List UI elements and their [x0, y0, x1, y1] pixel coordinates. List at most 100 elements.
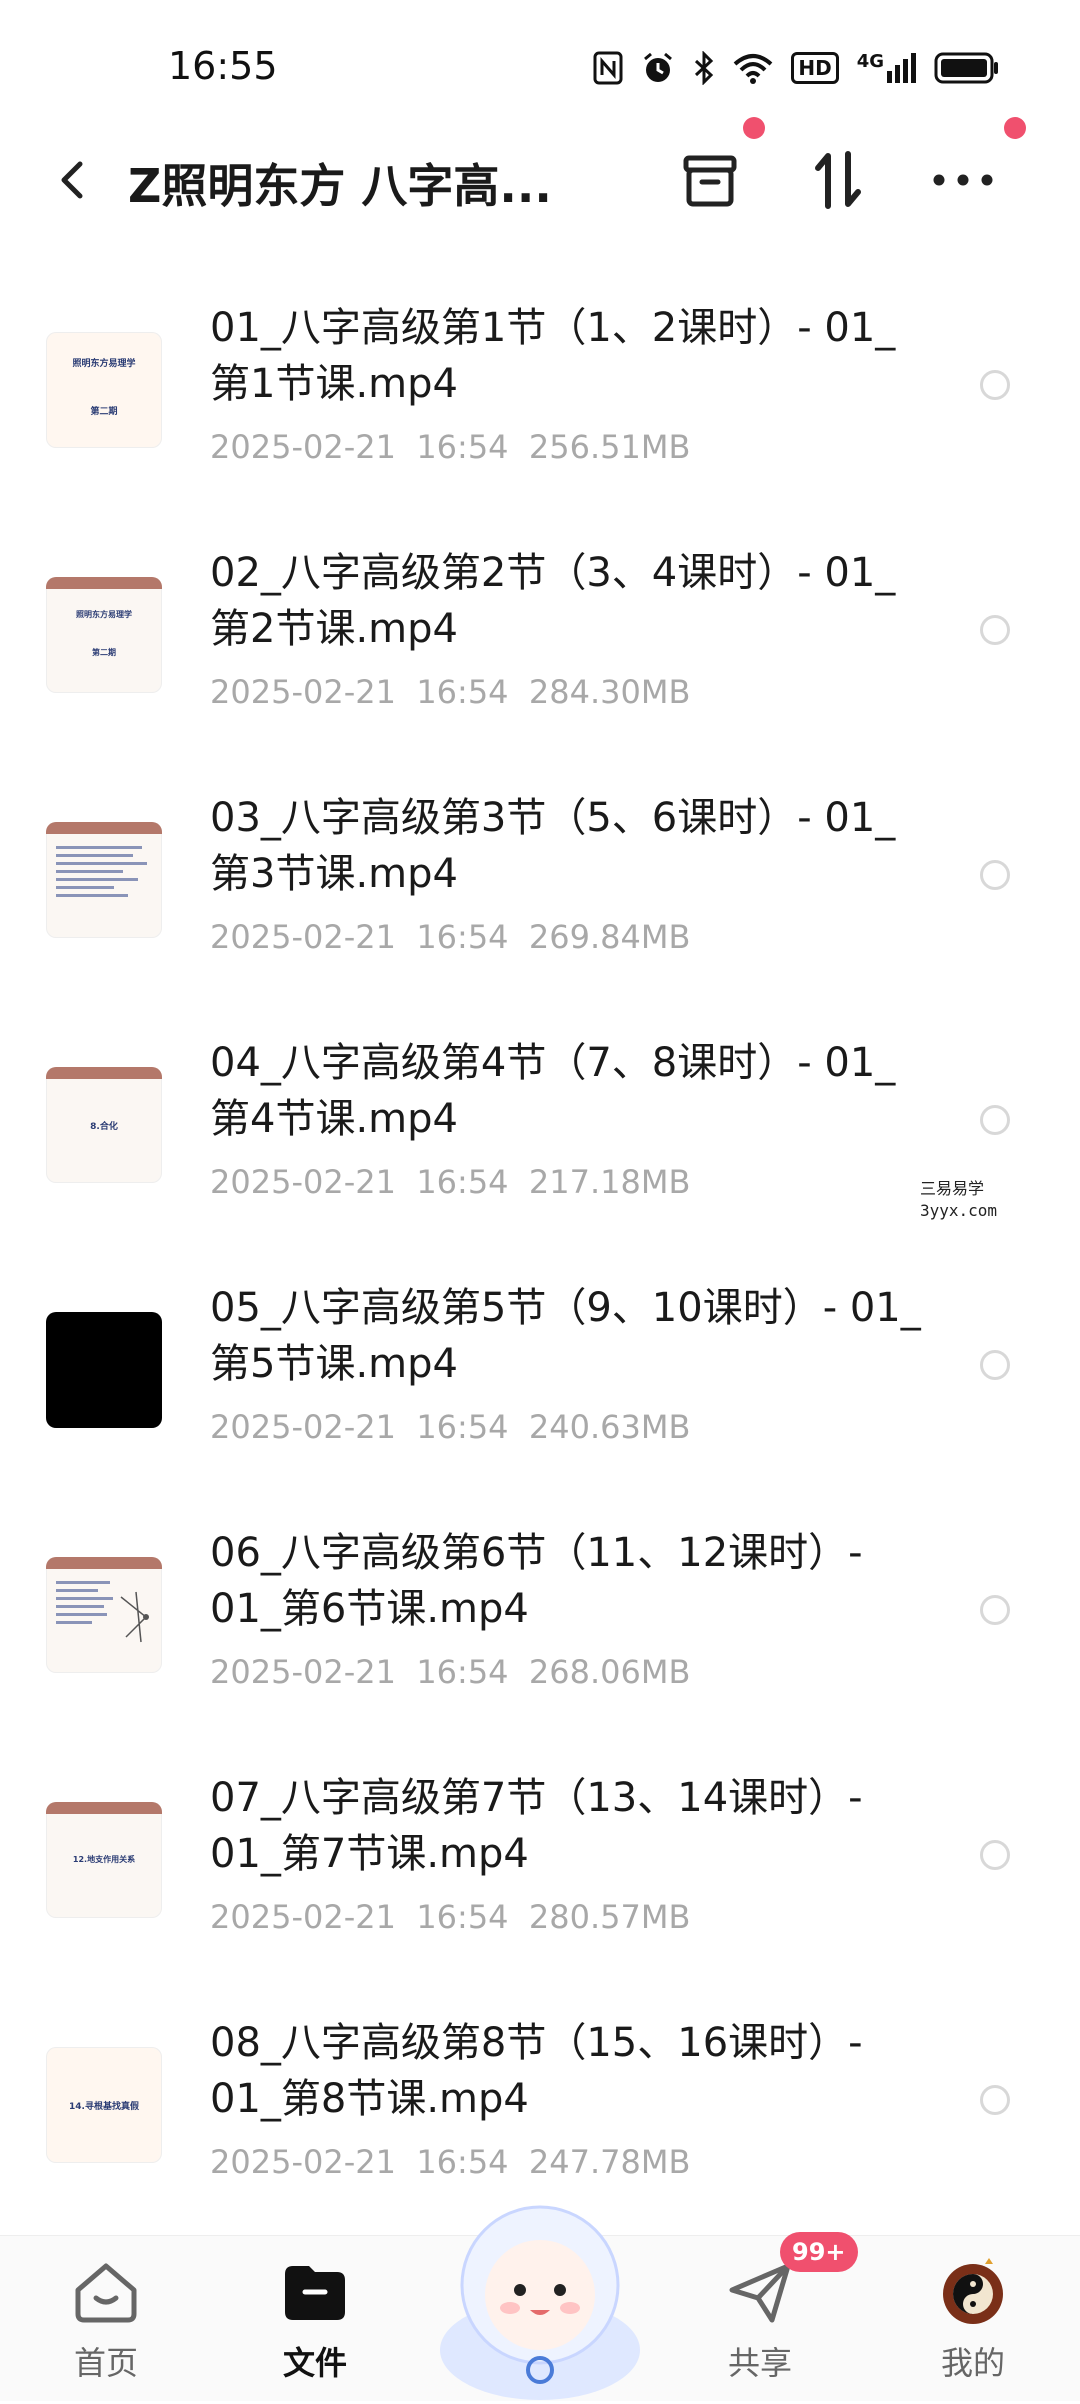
nav-home[interactable]: 首页: [36, 2256, 176, 2384]
sort-arrows-icon: [815, 151, 861, 209]
status-bar: 16:55 HD 4G: [0, 0, 1080, 130]
file-meta: 2025-02-21 16:54 284.30MB: [210, 673, 690, 711]
alarm-icon: [644, 52, 673, 82]
select-radio[interactable]: [980, 1350, 1010, 1380]
file-time: 16:54: [416, 1163, 509, 1201]
share-badge: 99+: [780, 2232, 858, 2272]
cell-signal: 4G: [857, 53, 916, 83]
thumbnail-text-lines: [56, 846, 152, 902]
video-thumbnail: [46, 1557, 162, 1673]
nav-share[interactable]: 共享: [690, 2256, 830, 2384]
file-date: 2025-02-21: [210, 1408, 396, 1446]
file-time: 16:54: [416, 1653, 509, 1691]
nav-label: 首页: [73, 2344, 138, 2382]
file-meta: 2025-02-21 16:54 268.06MB: [210, 1653, 690, 1691]
more-button[interactable]: [925, 142, 1001, 218]
video-thumbnail: 8.合化: [46, 1067, 162, 1183]
file-name: 05_八字高级第5节（9、10课时）- 01_第5节课.mp4: [210, 1285, 921, 1387]
file-time: 16:54: [416, 428, 509, 466]
avatar-icon: [937, 2256, 1009, 2328]
nav-files[interactable]: 文件: [245, 2256, 385, 2384]
home-icon: [70, 2256, 142, 2328]
file-date: 2025-02-21: [210, 1898, 396, 1936]
hd-badge: HD: [791, 52, 839, 84]
signal-4g-label: 4G: [856, 51, 884, 72]
archive-button[interactable]: [672, 142, 748, 218]
file-meta: 2025-02-21 16:54 247.78MB: [210, 2143, 690, 2181]
watermark-line: 3yyx.com: [920, 1201, 998, 1220]
archive-box-icon: [683, 155, 737, 207]
select-radio[interactable]: [980, 1840, 1010, 1870]
file-row[interactable]: 照明东方易理学 第二期 01_八字高级第1节（1、2课时）- 01_第1节课.m…: [0, 300, 1080, 545]
file-name: 06_八字高级第6节（11、12课时）- 01_第6节课.mp4: [210, 1530, 863, 1632]
file-date: 2025-02-21: [210, 2143, 396, 2181]
thumbnail-text: 12.地支作用关系: [72, 1855, 136, 1864]
file-row[interactable]: 06_八字高级第6节（11、12课时）- 01_第6节课.mp4 2025-02…: [0, 1525, 1080, 1770]
select-radio[interactable]: [980, 860, 1010, 890]
mascot-icon: [440, 2205, 640, 2400]
back-button[interactable]: [48, 152, 98, 208]
signal-bar-icon: [903, 59, 908, 83]
file-name: 07_八字高级第7节（13、14课时）- 01_第7节课.mp4: [210, 1775, 863, 1877]
thumbnail-text: 8.合化: [90, 1122, 118, 1132]
select-radio[interactable]: [980, 615, 1010, 645]
file-size: 284.30MB: [528, 673, 691, 711]
select-radio[interactable]: [980, 1595, 1010, 1625]
thumbnail-band: [46, 1557, 162, 1569]
thumbnail-text: 照明东方易理学: [76, 610, 132, 619]
notification-dot: [1004, 117, 1026, 139]
thumbnail-band: [46, 577, 162, 589]
file-row[interactable]: 8.合化 04_八字高级第4节（7、8课时）- 01_第4节课.mp4 2025…: [0, 1035, 1080, 1280]
nav-label: 文件: [282, 2344, 347, 2382]
file-list: 照明东方易理学 第二期 01_八字高级第1节（1、2课时）- 01_第1节课.m…: [0, 300, 1080, 2260]
nfc-icon: [593, 51, 623, 85]
thumbnail-text: 14.寻根基找真假: [69, 2102, 139, 2112]
thumbnail-band: [46, 1067, 162, 1079]
file-time: 16:54: [416, 918, 509, 956]
file-size: 268.06MB: [528, 1653, 691, 1691]
watermark-line: 三易易学: [920, 1179, 985, 1198]
file-meta: 2025-02-21 16:54 269.84MB: [210, 918, 690, 956]
watermark: 三易易学 3yyx.com: [920, 1178, 997, 1222]
file-row[interactable]: 12.地支作用关系 07_八字高级第7节（13、14课时）- 01_第7节课.m…: [0, 1770, 1080, 2015]
select-radio[interactable]: [980, 370, 1010, 400]
file-name: 04_八字高级第4节（7、8课时）- 01_第4节课.mp4: [210, 1040, 896, 1142]
file-time: 16:54: [416, 673, 509, 711]
file-name: 03_八字高级第3节（5、6课时）- 01_第3节课.mp4: [210, 795, 896, 897]
file-row[interactable]: 照明东方易理学 第二期 02_八字高级第2节（3、4课时）- 01_第2节课.m…: [0, 545, 1080, 790]
file-meta: 2025-02-21 16:54 217.18MB: [210, 1163, 690, 1201]
file-meta: 2025-02-21 16:54 256.51MB: [210, 428, 690, 466]
video-thumbnail: 14.寻根基找真假: [46, 2047, 162, 2163]
file-meta: 2025-02-21 16:54 240.63MB: [210, 1408, 690, 1446]
file-date: 2025-02-21: [210, 1653, 396, 1691]
thumbnail-text: 第二期: [92, 648, 116, 657]
file-name: 02_八字高级第2节（3、4课时）- 01_第2节课.mp4: [210, 550, 896, 652]
paper-plane-icon: [724, 2256, 796, 2328]
signal-bar-icon: [895, 65, 900, 83]
folder-icon: [279, 2256, 351, 2328]
file-date: 2025-02-21: [210, 918, 396, 956]
nav-label: 我的: [940, 2344, 1005, 2382]
select-radio[interactable]: [980, 2085, 1010, 2115]
file-date: 2025-02-21: [210, 428, 396, 466]
file-name: 08_八字高级第8节（15、16课时）- 01_第8节课.mp4: [210, 2020, 863, 2122]
thumbnail-diagram: [120, 1591, 149, 1643]
file-time: 16:54: [416, 1898, 509, 1936]
wifi-icon: [734, 54, 773, 84]
file-size: 256.51MB: [528, 428, 691, 466]
sort-button[interactable]: [800, 142, 876, 218]
video-thumbnail: 照明东方易理学 第二期: [46, 577, 162, 693]
nav-mine[interactable]: 我的: [903, 2256, 1043, 2384]
file-row[interactable]: 03_八字高级第3节（5、6课时）- 01_第3节课.mp4 2025-02-2…: [0, 790, 1080, 1035]
file-date: 2025-02-21: [210, 1163, 396, 1201]
signal-bar-icon: [887, 71, 892, 83]
select-radio[interactable]: [980, 1105, 1010, 1135]
thumbnail-band: [46, 1802, 162, 1814]
thumbnail-text: 第二期: [90, 407, 118, 417]
file-size: 247.78MB: [528, 2143, 691, 2181]
file-row[interactable]: 05_八字高级第5节（9、10课时）- 01_第5节课.mp4 2025-02-…: [0, 1280, 1080, 1525]
file-time: 16:54: [416, 1408, 509, 1446]
more-dots-icon: [933, 174, 993, 186]
mascot-button[interactable]: [430, 2180, 650, 2400]
file-size: 217.18MB: [528, 1163, 691, 1201]
